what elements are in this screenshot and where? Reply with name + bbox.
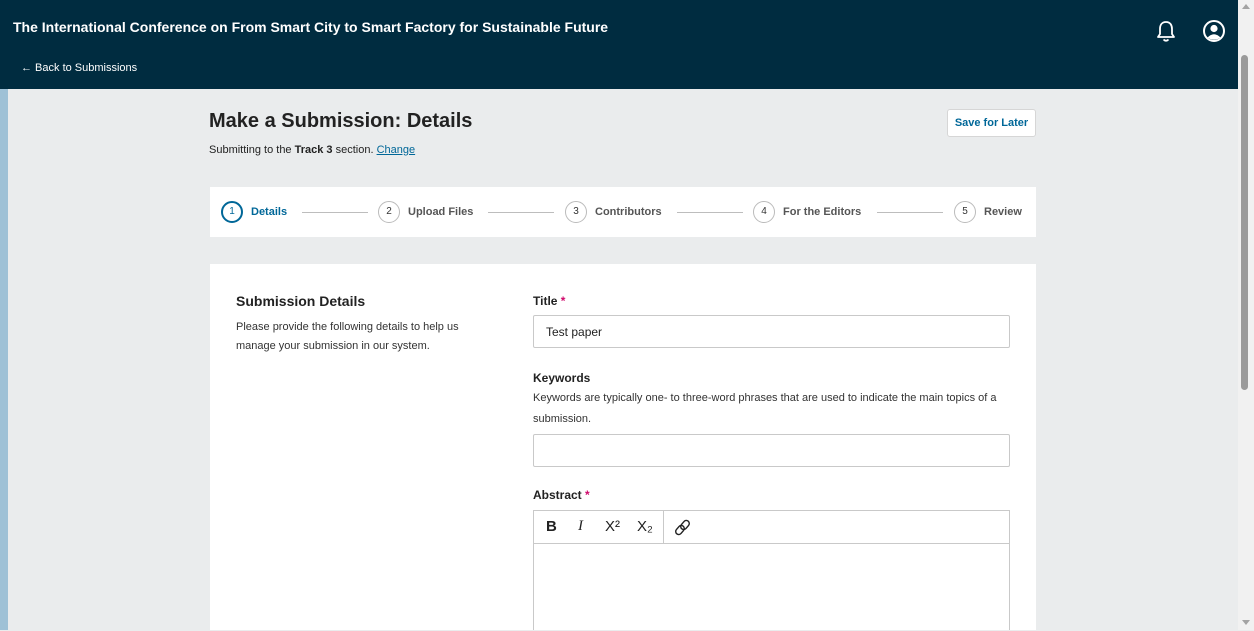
- title-label: Title *: [533, 294, 565, 308]
- section-description: Please provide the following details to …: [236, 321, 459, 352]
- step-number: 1: [221, 201, 243, 223]
- step-label: For the Editors: [783, 206, 862, 218]
- step-details[interactable]: 1 Details: [221, 201, 287, 223]
- back-to-submissions-link[interactable]: ← Back to Submissions: [21, 62, 137, 74]
- superscript-button[interactable]: X²: [605, 518, 620, 535]
- user-account-icon[interactable]: [1202, 19, 1226, 43]
- bold-button[interactable]: B: [546, 518, 557, 535]
- section-title: Submission Details: [236, 293, 366, 309]
- subtitle-suffix: section.: [332, 144, 377, 156]
- keywords-label: Keywords: [533, 371, 591, 385]
- page-title: Make a Submission: Details: [209, 110, 473, 132]
- section-name: Track 3: [294, 144, 333, 156]
- left-edge-border: [0, 89, 8, 630]
- required-marker: *: [560, 294, 566, 308]
- toolbar-divider: [663, 511, 664, 543]
- step-connector: [877, 212, 943, 213]
- step-upload-files[interactable]: 2 Upload Files: [378, 201, 473, 223]
- scroll-up-arrow-icon[interactable]: [1242, 4, 1250, 9]
- subtitle-prefix: Submitting to the: [209, 144, 295, 156]
- step-number: 5: [954, 201, 976, 223]
- editor-toolbar: B I X² X₂: [534, 511, 1009, 544]
- step-for-the-editors[interactable]: 4 For the Editors: [753, 201, 861, 223]
- abstract-text-area[interactable]: [534, 544, 1009, 631]
- bell-icon[interactable]: [1155, 19, 1177, 43]
- step-label: Review: [984, 206, 1022, 218]
- submission-steps: 1 Details 2 Upload Files 3 Contributors …: [210, 187, 1036, 237]
- save-for-later-button[interactable]: Save for Later: [947, 109, 1036, 137]
- keywords-input[interactable]: [533, 434, 1010, 467]
- abstract-label: Abstract *: [533, 488, 590, 502]
- step-connector: [302, 212, 368, 213]
- context-title: The International Conference on From Sma…: [13, 19, 609, 35]
- scrollbar-thumb[interactable]: [1241, 55, 1248, 390]
- step-label: Details: [251, 206, 288, 218]
- change-section-link[interactable]: Change: [377, 144, 416, 156]
- link-icon[interactable]: [674, 519, 691, 536]
- step-number: 3: [565, 201, 587, 223]
- page-subtitle: Submitting to the Track 3 section. Chang…: [209, 144, 415, 156]
- step-connector: [677, 212, 743, 213]
- required-marker: *: [585, 488, 590, 502]
- step-contributors[interactable]: 3 Contributors: [565, 201, 662, 223]
- app-header: The International Conference on From Sma…: [0, 0, 1238, 89]
- title-input[interactable]: [533, 315, 1010, 348]
- step-review[interactable]: 5 Review: [954, 201, 1022, 223]
- step-label: Contributors: [595, 206, 662, 218]
- abstract-label-text: Abstract: [533, 488, 582, 502]
- title-label-text: Title: [533, 294, 558, 308]
- italic-button[interactable]: I: [578, 518, 583, 535]
- scroll-down-arrow-icon[interactable]: [1242, 620, 1250, 625]
- step-number: 4: [753, 201, 775, 223]
- subscript-button[interactable]: X₂: [637, 518, 653, 535]
- step-number: 2: [378, 201, 400, 223]
- abstract-editor[interactable]: B I X² X₂: [533, 510, 1010, 630]
- keywords-description: Keywords are typically one- to three-wor…: [533, 392, 997, 425]
- step-label: Upload Files: [408, 206, 474, 218]
- step-connector: [488, 212, 554, 213]
